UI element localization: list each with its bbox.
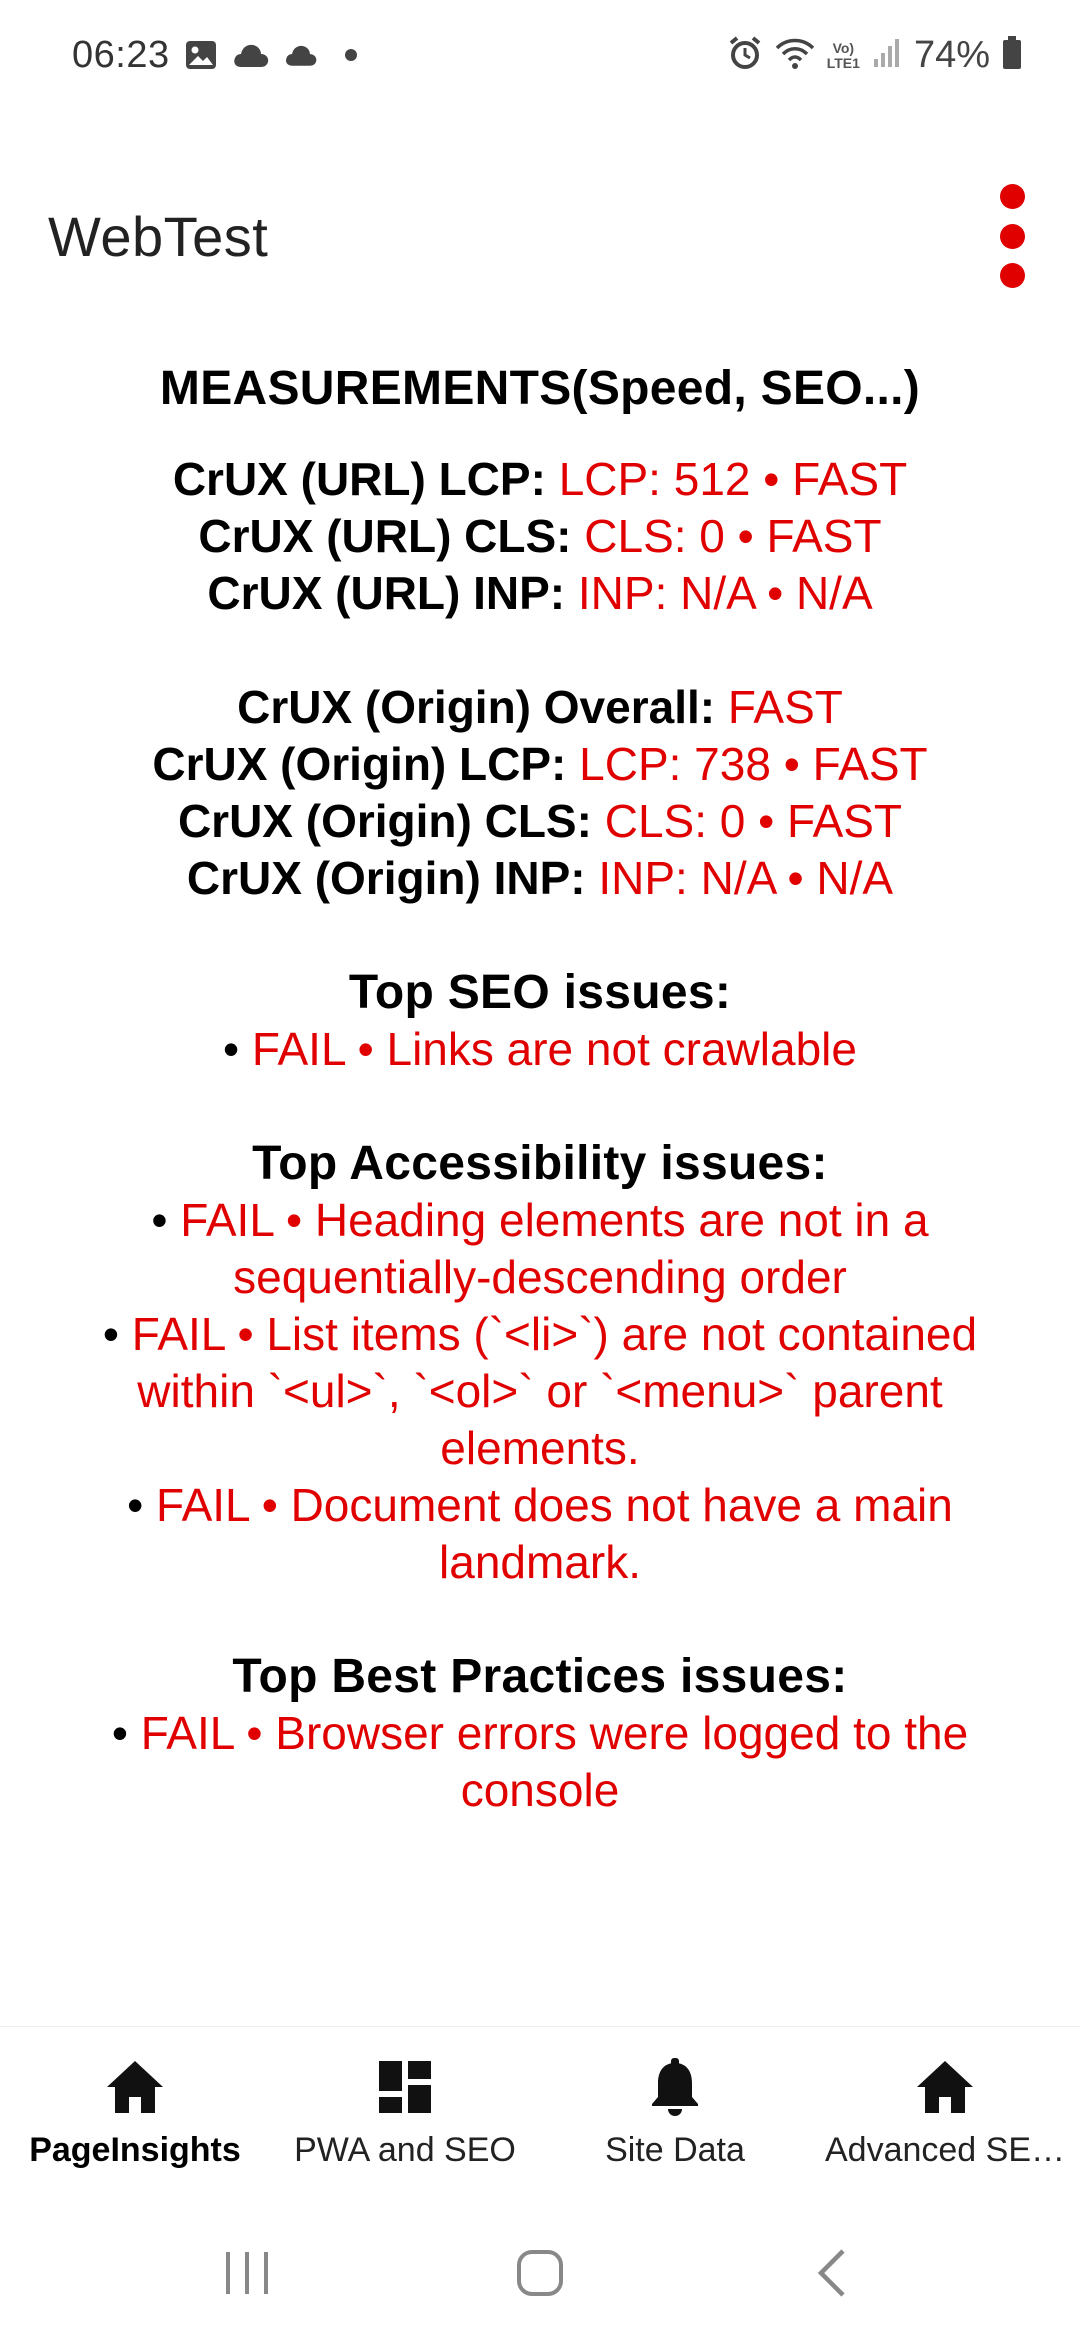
list-item: • FAIL • List items (`<li>`) are not con… bbox=[102, 1308, 978, 1474]
network-type: Vo) LTE1 bbox=[826, 39, 860, 71]
recent-apps-icon[interactable] bbox=[207, 2233, 287, 2313]
home-circle-icon[interactable] bbox=[500, 2233, 580, 2313]
battery-percentage: 74% bbox=[913, 34, 990, 76]
nav-item-pwa-and-seo[interactable]: PWA and SEO bbox=[270, 2027, 540, 2207]
cloud-icon bbox=[232, 41, 270, 74]
nav-label: Advanced SE… bbox=[824, 2131, 1066, 2169]
nav-item-advanced-seo[interactable]: Advanced SE… bbox=[810, 2027, 1080, 2207]
menu-dot bbox=[999, 223, 1025, 249]
more-vert-icon[interactable] bbox=[984, 184, 1040, 288]
battery-icon bbox=[1002, 36, 1022, 75]
accessibility-issues-section: Top Accessibility issues: • FAIL • Headi… bbox=[60, 1135, 1020, 1591]
nav-label: PageInsights bbox=[29, 2131, 241, 2169]
status-bar: 06:23 Vo) LTE1 74% bbox=[0, 0, 1080, 108]
crux-origin-inp: CrUX (Origin) INP: INP: N/A • N/A bbox=[186, 852, 894, 904]
back-icon[interactable] bbox=[793, 2233, 873, 2313]
alarm-icon bbox=[727, 35, 763, 76]
menu-dot bbox=[999, 263, 1025, 288]
status-time: 06:23 bbox=[72, 34, 170, 76]
crux-origin-lcp: CrUX (Origin) LCP: LCP: 738 • FAST bbox=[152, 738, 928, 790]
nav-item-pageinsights[interactable]: PageInsights bbox=[0, 2027, 270, 2207]
image-icon bbox=[184, 38, 218, 77]
bell-icon bbox=[645, 2057, 705, 2117]
page-title: MEASUREMENTS(Speed, SEO...) bbox=[159, 362, 921, 415]
list-item: • FAIL • Document does not have a main l… bbox=[127, 1479, 953, 1588]
list-item: • FAIL • Links are not crawlable bbox=[223, 1023, 857, 1075]
nav-label: Site Data bbox=[605, 2131, 745, 2169]
nav-item-site-data[interactable]: Site Data bbox=[540, 2027, 810, 2207]
seo-issues-heading: Top SEO issues: bbox=[348, 966, 732, 1019]
bottom-navigation: PageInsights PWA and SEO Site Data Advan… bbox=[0, 2026, 1080, 2207]
measurements-panel: MEASUREMENTS(Speed, SEO...) CrUX (URL) L… bbox=[60, 360, 1020, 1819]
crux-origin-overall: CrUX (Origin) Overall: FAST bbox=[237, 681, 843, 733]
dashboard-icon bbox=[375, 2057, 435, 2117]
list-item: • FAIL • Browser errors were logged to t… bbox=[111, 1707, 969, 1816]
crux-url-cls: CrUX (URL) CLS: CLS: 0 • FAST bbox=[198, 510, 882, 562]
signal-icon bbox=[872, 37, 902, 74]
crux-url-inp: CrUX (URL) INP: INP: N/A • N/A bbox=[207, 567, 873, 619]
best-practices-issues-section: Top Best Practices issues: • FAIL • Brow… bbox=[60, 1648, 1020, 1819]
crux-origin-section: CrUX (Origin) Overall: FAST CrUX (Origin… bbox=[60, 679, 1020, 907]
system-navigation-bar bbox=[0, 2206, 1080, 2340]
home-icon bbox=[915, 2057, 975, 2117]
status-system-icons: Vo) LTE1 74% bbox=[727, 34, 1022, 77]
crux-origin-cls: CrUX (Origin) CLS: CLS: 0 • FAST bbox=[177, 795, 903, 847]
accessibility-issues-heading: Top Accessibility issues: bbox=[252, 1137, 828, 1190]
nav-label: PWA and SEO bbox=[294, 2131, 516, 2169]
wifi-icon bbox=[775, 36, 815, 75]
seo-issues-section: Top SEO issues: • FAIL • Links are not c… bbox=[60, 964, 1020, 1078]
best-practices-issues-heading: Top Best Practices issues: bbox=[232, 1650, 848, 1703]
status-notification-icons bbox=[184, 38, 358, 77]
home-icon bbox=[105, 2057, 165, 2117]
cloud-icon bbox=[284, 42, 318, 73]
crux-url-section: CrUX (URL) LCP: LCP: 512 • FAST CrUX (UR… bbox=[60, 451, 1020, 622]
list-item: • FAIL • Heading elements are not in a s… bbox=[151, 1194, 929, 1303]
app-title: WebTest bbox=[48, 205, 269, 268]
menu-dot bbox=[999, 184, 1025, 209]
crux-url-lcp: CrUX (URL) LCP: LCP: 512 • FAST bbox=[172, 453, 908, 505]
dot-icon bbox=[344, 48, 358, 67]
